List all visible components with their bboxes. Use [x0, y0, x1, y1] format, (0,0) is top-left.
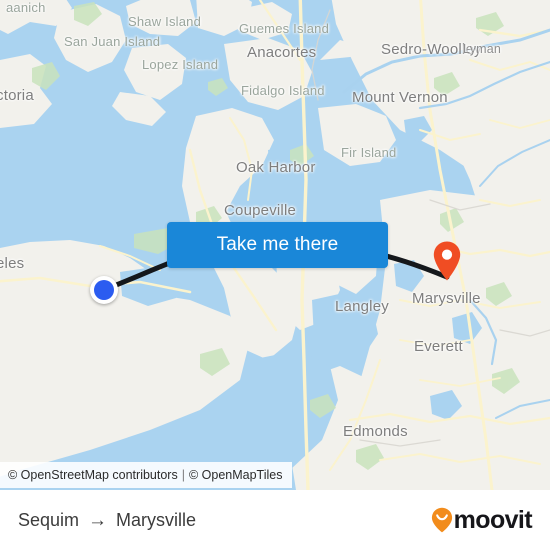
attribution-osm[interactable]: © OpenStreetMap contributors — [8, 468, 178, 482]
trip-summary: Sequim → Marysville — [18, 510, 196, 531]
attribution-maptiles[interactable]: © OpenMapTiles — [189, 468, 283, 482]
arrow-right-icon: → — [88, 509, 108, 531]
map-canvas[interactable]: aanich Shaw Island Guemes Island Anacort… — [0, 0, 550, 490]
origin-dot — [94, 280, 114, 300]
attribution-separator: | — [181, 468, 185, 482]
origin-marker-icon[interactable] — [90, 276, 118, 304]
footer-bar: Sequim → Marysville moovit — [0, 490, 550, 550]
map-attribution: © OpenStreetMap contributors | © OpenMap… — [0, 462, 293, 488]
moovit-pin-icon — [431, 507, 452, 533]
trip-origin: Sequim — [18, 509, 80, 530]
take-me-there-button[interactable]: Take me there — [167, 222, 388, 268]
moovit-logo[interactable]: moovit — [431, 505, 533, 534]
take-me-there-label: Take me there — [216, 234, 339, 255]
map-share-card: aanich Shaw Island Guemes Island Anacort… — [0, 0, 550, 550]
destination-pin-icon[interactable] — [432, 240, 462, 282]
trip-destination: Marysville — [116, 509, 197, 530]
moovit-wordmark: moovit — [453, 505, 533, 534]
